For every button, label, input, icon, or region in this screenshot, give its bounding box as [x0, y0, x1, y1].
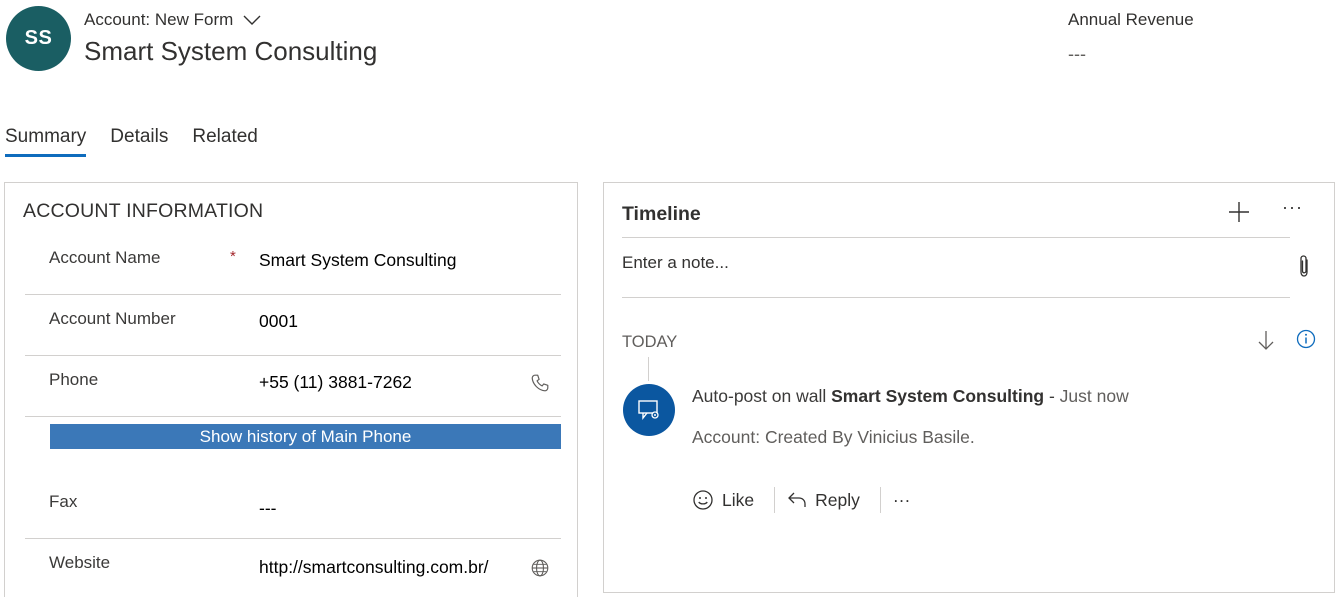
field-row-account-name: Account Name * Smart System Consulting: [25, 234, 561, 295]
section-title: ACCOUNT INFORMATION: [23, 200, 264, 222]
tab-related[interactable]: Related: [192, 126, 258, 154]
reply-icon: [788, 492, 806, 507]
divider: [879, 487, 881, 513]
reply-label: Reply: [815, 489, 860, 510]
add-icon[interactable]: [1227, 200, 1251, 224]
account-information-section: ACCOUNT INFORMATION Account Name * Smart…: [4, 182, 578, 597]
post-subject-link[interactable]: Smart System Consulting: [831, 386, 1044, 406]
note-input[interactable]: [622, 253, 1262, 273]
annual-revenue-value: ---: [1068, 44, 1086, 64]
post-more-button[interactable]: ···: [891, 490, 920, 511]
fax-field[interactable]: ---: [259, 498, 276, 519]
form-selector[interactable]: Account: New Form: [84, 10, 261, 30]
divider: [774, 487, 776, 513]
timeline-title: Timeline: [622, 203, 701, 225]
globe-icon[interactable]: [529, 557, 551, 579]
post-icon: [623, 384, 675, 436]
post-header: Auto-post on wall Smart System Consultin…: [692, 386, 1129, 407]
field-row-phone: Phone +55 (11) 3881-7262: [25, 356, 561, 417]
chevron-down-icon: [243, 15, 261, 25]
info-icon[interactable]: [1296, 329, 1316, 349]
field-label: Fax: [49, 492, 78, 511]
record-title: Smart System Consulting: [84, 36, 378, 66]
account-name-field[interactable]: Smart System Consulting: [259, 250, 456, 271]
like-button[interactable]: Like: [690, 489, 764, 511]
account-number-field[interactable]: 0001: [259, 311, 298, 332]
form-selector-label: Account: New Form: [84, 10, 234, 29]
timeline-panel: Timeline ··· TODAY Auto-post on wall Sma…: [603, 182, 1335, 593]
smiley-icon: [693, 490, 713, 510]
divider: [622, 297, 1290, 298]
field-row-website: Website http://smartconsulting.com.br/: [25, 539, 561, 597]
required-indicator: *: [230, 248, 236, 265]
like-label: Like: [722, 489, 755, 510]
show-history-button[interactable]: Show history of Main Phone: [50, 424, 561, 449]
annual-revenue-label: Annual Revenue: [1068, 10, 1194, 29]
timeline-group-label: TODAY: [622, 333, 678, 351]
tab-summary[interactable]: Summary: [5, 126, 87, 157]
post-body: Account: Created By Vinicius Basile.: [692, 427, 975, 447]
divider: [622, 237, 1290, 238]
more-options-button[interactable]: ···: [1282, 197, 1303, 218]
auto-post-icon: [638, 400, 659, 420]
tab-details[interactable]: Details: [110, 126, 168, 154]
post-actions: Like Reply ···: [690, 487, 920, 513]
post-more-label: ···: [892, 489, 911, 510]
post-timestamp: Just now: [1059, 386, 1129, 406]
phone-field[interactable]: +55 (11) 3881-7262: [259, 372, 412, 393]
post-prefix: Auto-post on wall: [692, 386, 827, 406]
field-row-fax: Fax ---: [25, 478, 561, 539]
paperclip-icon[interactable]: [1296, 253, 1312, 279]
arrow-down-icon[interactable]: [1256, 329, 1276, 351]
field-label: Account Name: [49, 248, 161, 267]
website-field[interactable]: http://smartconsulting.com.br/: [259, 557, 489, 578]
tab-bar: Summary Details Related: [5, 126, 258, 157]
field-row-account-number: Account Number 0001: [25, 295, 561, 356]
field-label: Phone: [49, 370, 99, 389]
timeline-connector: [648, 357, 649, 381]
reply-button[interactable]: Reply: [785, 490, 870, 511]
record-avatar: SS: [6, 6, 71, 71]
phone-icon[interactable]: [529, 372, 551, 394]
post-separator: -: [1048, 386, 1055, 406]
field-label: Website: [49, 553, 111, 572]
field-label: Account Number: [49, 309, 176, 328]
